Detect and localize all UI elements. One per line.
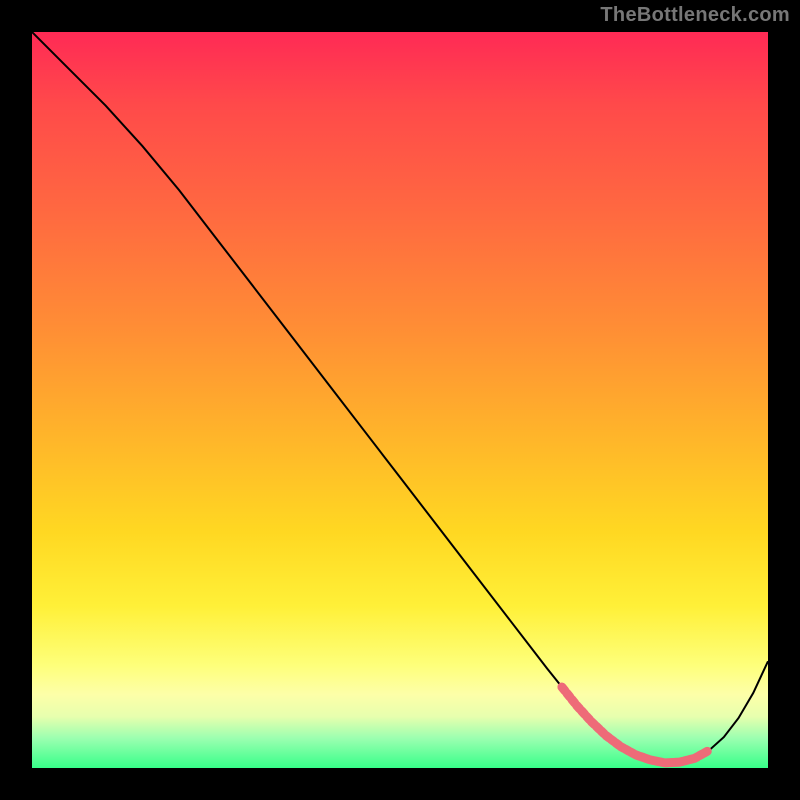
watermark-text: TheBottleneck.com	[600, 4, 790, 27]
bottleneck-curve	[32, 32, 768, 763]
highlight-dashed-segment	[562, 687, 707, 763]
chart-svg	[32, 32, 768, 768]
highlight-dash	[704, 751, 707, 753]
chart-container: TheBottleneck.com	[0, 0, 800, 800]
